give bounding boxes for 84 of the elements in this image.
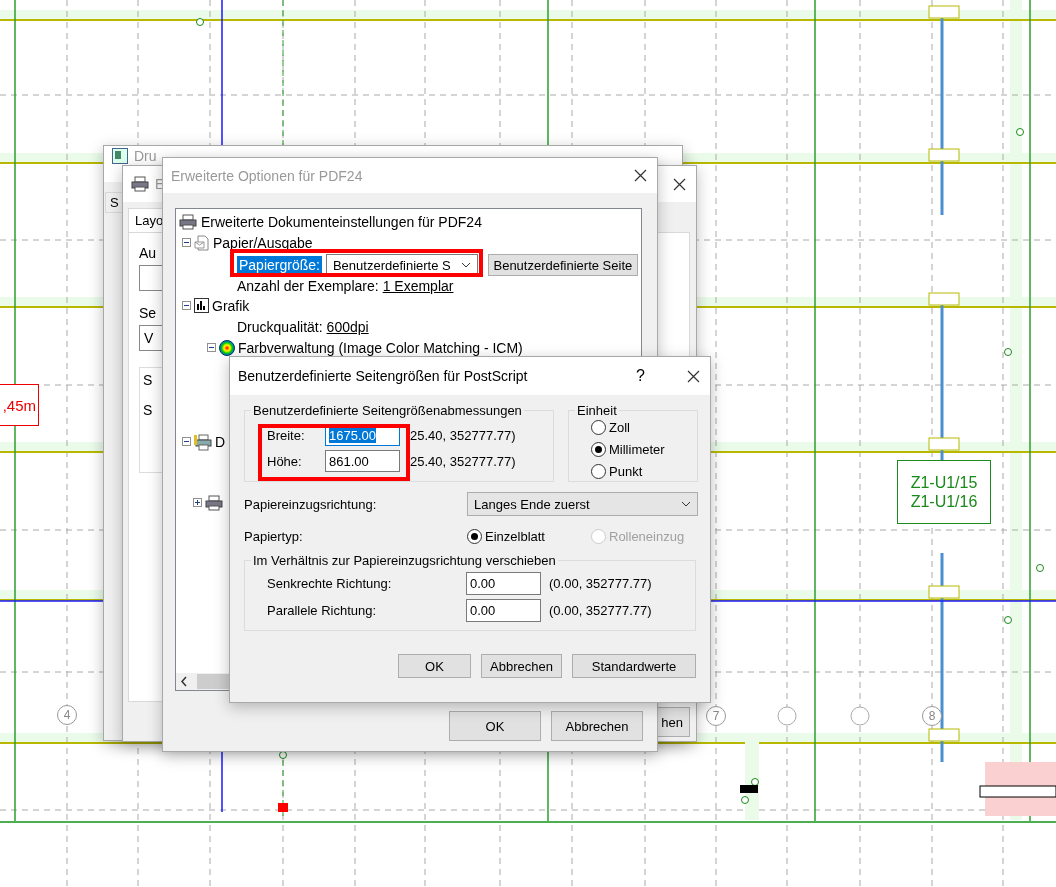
field-label: Breite: <box>267 427 306 443</box>
range-hint: 25.40, 352777.77) <box>410 453 517 469</box>
tree-item[interactable]: Papier/Ausgabe <box>213 234 313 251</box>
tree-item[interactable]: Erweiterte Dokumenteinstellungen für PDF24 <box>201 213 482 230</box>
radio-button[interactable] <box>591 463 606 479</box>
collapse-icon[interactable] <box>182 301 191 310</box>
field-label: Se <box>139 305 157 321</box>
printer-icon <box>179 213 197 230</box>
tab[interactable]: S <box>105 192 124 213</box>
dialog-button[interactable]: Abbrechen <box>551 711 643 741</box>
axis-marker: 4 <box>57 705 77 725</box>
close-icon[interactable] <box>634 169 647 182</box>
dialog-button[interactable]: Standardwerte <box>572 654 696 678</box>
bar-chart-icon <box>194 298 209 313</box>
dialog-button[interactable]: OK <box>449 711 541 741</box>
collapse-icon[interactable] <box>207 343 216 352</box>
fitting-symbol <box>1036 564 1044 572</box>
field-label: Papiereinzugsrichtung: <box>244 496 378 512</box>
custom-size-button[interactable]: Benutzerdefinierte Seite <box>487 254 638 276</box>
window-title: Erweiterte Optionen für PDF24 <box>171 167 364 184</box>
field-label: Au <box>139 245 157 261</box>
axis-marker: 7 <box>706 706 726 726</box>
printer-icon <box>205 494 223 511</box>
number-field[interactable]: 0.00 <box>466 599 541 622</box>
help-button[interactable]: ? <box>636 367 645 385</box>
fitting-symbol <box>1004 348 1012 356</box>
axis-marker <box>777 706 797 726</box>
window-title: Dru <box>134 148 158 164</box>
collapse-icon[interactable] <box>182 437 191 446</box>
setting-link[interactable]: 1 Exemplar <box>382 278 454 294</box>
marker-symbol <box>278 803 288 812</box>
axis-marker <box>850 706 870 726</box>
tree-item[interactable]: D <box>215 433 226 450</box>
tree-item[interactable]: Papiergröße: <box>237 256 322 274</box>
expand-icon[interactable] <box>193 498 202 507</box>
number-field[interactable]: 861.00 <box>325 450 400 472</box>
range-hint: 25.40, 352777.77) <box>410 427 517 443</box>
radio-button[interactable] <box>467 528 482 544</box>
printer-icon <box>194 432 212 451</box>
radio-button[interactable] <box>591 441 606 457</box>
setting-link[interactable]: 600dpi <box>326 318 369 335</box>
radio-label[interactable]: Punkt <box>609 463 643 479</box>
field-label: Parallele Richtung: <box>267 603 378 618</box>
field-label: Papiertyp: <box>244 528 304 544</box>
select-field[interactable]: Benutzerdefinierte S <box>325 254 478 276</box>
select-field[interactable]: Langes Ende zuerst <box>467 492 698 516</box>
tree-item[interactable]: Grafik <box>212 297 250 314</box>
field-label: S <box>143 402 153 418</box>
range-hint: (0.00, 352777.77) <box>549 603 653 618</box>
printer-icon <box>131 176 149 192</box>
collapse-icon[interactable] <box>182 238 191 247</box>
field-label: Senkrechte Richtung: <box>267 576 393 591</box>
group-label: Einheit <box>576 403 618 418</box>
fitting-symbol <box>279 751 287 759</box>
group-label: Im Verhältnis zur Papiereinzugsrichtung verschieben <box>252 553 557 568</box>
radio-label[interactable]: Einzelblatt <box>485 528 545 544</box>
app-icon <box>112 148 128 164</box>
tree-item[interactable]: Farbverwaltung (Image Color Matching - ICM) <box>238 339 523 356</box>
window-title: Benutzerdefinierte Seitengrößen für PostScript <box>238 368 529 384</box>
radio-label[interactable]: Zoll <box>609 419 630 435</box>
setting-label: Druckqualität: <box>237 318 323 335</box>
dimension-label: ,45m <box>0 384 39 426</box>
chevron-down-icon <box>460 262 471 268</box>
range-hint: (0.00, 352777.77) <box>549 576 653 591</box>
radio-label[interactable]: Millimeter <box>609 441 665 457</box>
radio-button[interactable] <box>591 419 606 435</box>
close-icon[interactable] <box>673 177 686 191</box>
setting-label: Anzahl der Exemplare: <box>237 278 379 294</box>
tag-label: Z1-U1/15 <box>910 473 978 492</box>
fitting-symbol <box>196 18 204 26</box>
number-field[interactable]: 0.00 <box>466 572 541 595</box>
color-wheel-icon <box>219 339 235 356</box>
group-label: Benutzerdefinierte Seitengrößenabmessungen <box>252 403 523 418</box>
group-label: S <box>143 372 153 388</box>
field-label: Höhe: <box>267 453 303 469</box>
dialog-button[interactable]: Abbrechen <box>481 654 562 678</box>
fitting-symbol <box>1016 128 1024 136</box>
dialog-button[interactable]: OK <box>398 654 471 678</box>
axis-marker: 8 <box>922 706 942 726</box>
document-icon <box>194 234 210 251</box>
close-icon[interactable] <box>687 369 700 383</box>
tag-label: Z1-U1/16 <box>910 492 978 511</box>
fitting-symbol <box>1004 616 1012 624</box>
chevron-down-icon <box>681 501 691 507</box>
